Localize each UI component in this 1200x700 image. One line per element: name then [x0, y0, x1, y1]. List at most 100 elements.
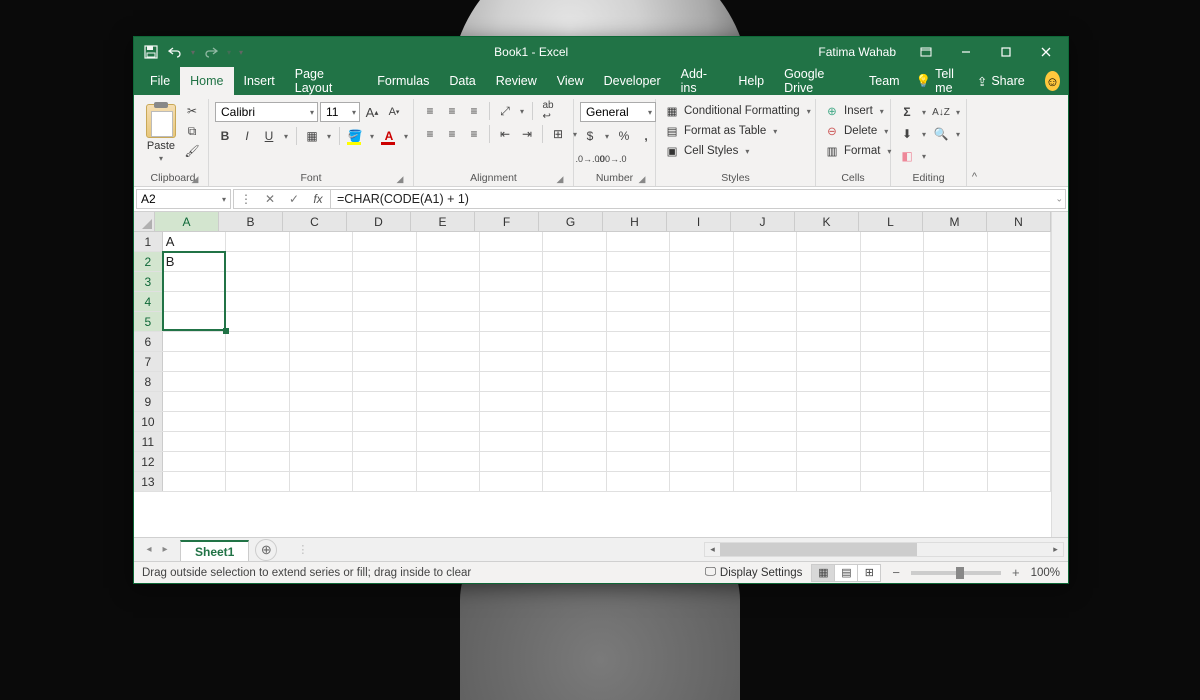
minimize-button[interactable]: [948, 37, 984, 67]
cell[interactable]: [226, 432, 289, 451]
cell[interactable]: [226, 252, 289, 271]
cell[interactable]: [988, 312, 1051, 331]
cell[interactable]: [353, 232, 416, 251]
cell[interactable]: [670, 432, 733, 451]
clear-button[interactable]: ◧: [897, 147, 917, 165]
row-header[interactable]: 12: [134, 452, 163, 471]
decrease-font-button[interactable]: A▾: [384, 103, 404, 121]
cell[interactable]: [607, 412, 670, 431]
cell[interactable]: [988, 452, 1051, 471]
cell[interactable]: [797, 312, 860, 331]
chevron-down-icon[interactable]: ▾: [401, 132, 411, 141]
cell[interactable]: [607, 292, 670, 311]
delete-cells-button[interactable]: ⊖Delete▾: [822, 123, 893, 139]
column-header[interactable]: H: [603, 212, 667, 231]
cell[interactable]: [290, 472, 353, 491]
row-header[interactable]: 3: [134, 272, 163, 291]
tab-view[interactable]: View: [547, 67, 594, 95]
cell[interactable]: [353, 452, 416, 471]
cell[interactable]: [163, 472, 226, 491]
cell[interactable]: [607, 352, 670, 371]
fill-button[interactable]: ⬇: [897, 125, 917, 143]
zoom-out-button[interactable]: −: [889, 565, 903, 580]
cell[interactable]: [353, 412, 416, 431]
cell[interactable]: [163, 312, 226, 331]
cell[interactable]: [163, 332, 226, 351]
qat-customize[interactable]: ▾: [236, 41, 246, 63]
maximize-button[interactable]: [988, 37, 1024, 67]
row-header[interactable]: 5: [134, 312, 163, 331]
cell[interactable]: [417, 412, 480, 431]
cell[interactable]: [163, 452, 226, 471]
cell[interactable]: [290, 292, 353, 311]
cell[interactable]: [290, 312, 353, 331]
cancel-formula-button[interactable]: ✕: [258, 192, 282, 206]
column-header[interactable]: C: [283, 212, 347, 231]
cell[interactable]: [226, 392, 289, 411]
tab-google-drive[interactable]: Google Drive: [774, 67, 859, 95]
alignment-dialog-launcher[interactable]: ◢: [554, 173, 566, 185]
chevron-down-icon[interactable]: ▾: [367, 132, 377, 141]
cell[interactable]: [797, 272, 860, 291]
cell[interactable]: [480, 412, 543, 431]
zoom-level[interactable]: 100%: [1031, 567, 1060, 579]
cell[interactable]: [924, 332, 987, 351]
cell[interactable]: [417, 432, 480, 451]
align-top-button[interactable]: ≡: [420, 102, 440, 120]
row-header[interactable]: 4: [134, 292, 163, 311]
cell[interactable]: [734, 472, 797, 491]
cell[interactable]: [988, 252, 1051, 271]
enter-formula-button[interactable]: ✓: [282, 192, 306, 206]
cell[interactable]: [988, 232, 1051, 251]
increase-font-button[interactable]: A▴: [362, 103, 382, 121]
cell[interactable]: [353, 432, 416, 451]
copy-button[interactable]: ⧉: [182, 122, 202, 140]
cell[interactable]: [988, 292, 1051, 311]
ribbon-display-options[interactable]: [908, 37, 944, 67]
cell[interactable]: [417, 472, 480, 491]
cell[interactable]: [480, 332, 543, 351]
sheet-tab[interactable]: Sheet1: [180, 540, 249, 562]
column-header[interactable]: D: [347, 212, 411, 231]
chevron-down-icon[interactable]: ▾: [324, 132, 334, 141]
cell[interactable]: [797, 252, 860, 271]
cell[interactable]: [480, 472, 543, 491]
column-header[interactable]: M: [923, 212, 987, 231]
column-header[interactable]: G: [539, 212, 603, 231]
cell[interactable]: [797, 472, 860, 491]
column-header[interactable]: L: [859, 212, 923, 231]
cell[interactable]: [924, 272, 987, 291]
cell[interactable]: [988, 432, 1051, 451]
decrease-decimal-button[interactable]: .00→.0: [602, 150, 622, 168]
cell[interactable]: [417, 292, 480, 311]
cell[interactable]: [353, 352, 416, 371]
cell[interactable]: [988, 412, 1051, 431]
insert-cells-button[interactable]: ⊕Insert▾: [822, 103, 889, 119]
tab-scroll-left[interactable]: ◂: [142, 543, 156, 557]
cell[interactable]: [924, 252, 987, 271]
cell[interactable]: [607, 312, 670, 331]
cell[interactable]: [290, 252, 353, 271]
cell[interactable]: [861, 272, 924, 291]
tab-scroll-right[interactable]: ▸: [158, 543, 172, 557]
cell[interactable]: [290, 272, 353, 291]
cell[interactable]: [607, 232, 670, 251]
cell[interactable]: [226, 292, 289, 311]
cell[interactable]: [543, 292, 606, 311]
normal-view-button[interactable]: ▦: [811, 564, 835, 582]
cell[interactable]: [734, 232, 797, 251]
cell[interactable]: [670, 272, 733, 291]
chevron-down-icon[interactable]: ▾: [281, 132, 291, 141]
scroll-right-button[interactable]: ▸: [1048, 543, 1063, 556]
formula-input[interactable]: =CHAR(CODE(A1) + 1)⌄: [330, 189, 1066, 209]
font-size-combo[interactable]: 11▾: [320, 102, 360, 122]
vertical-scrollbar[interactable]: [1051, 212, 1068, 537]
row-header[interactable]: 9: [134, 392, 163, 411]
cell[interactable]: [734, 432, 797, 451]
row-header[interactable]: 1: [134, 232, 163, 251]
align-left-button[interactable]: ≡: [420, 125, 440, 143]
cell[interactable]: [734, 372, 797, 391]
cell[interactable]: [417, 232, 480, 251]
cell[interactable]: [734, 332, 797, 351]
cell[interactable]: [861, 252, 924, 271]
